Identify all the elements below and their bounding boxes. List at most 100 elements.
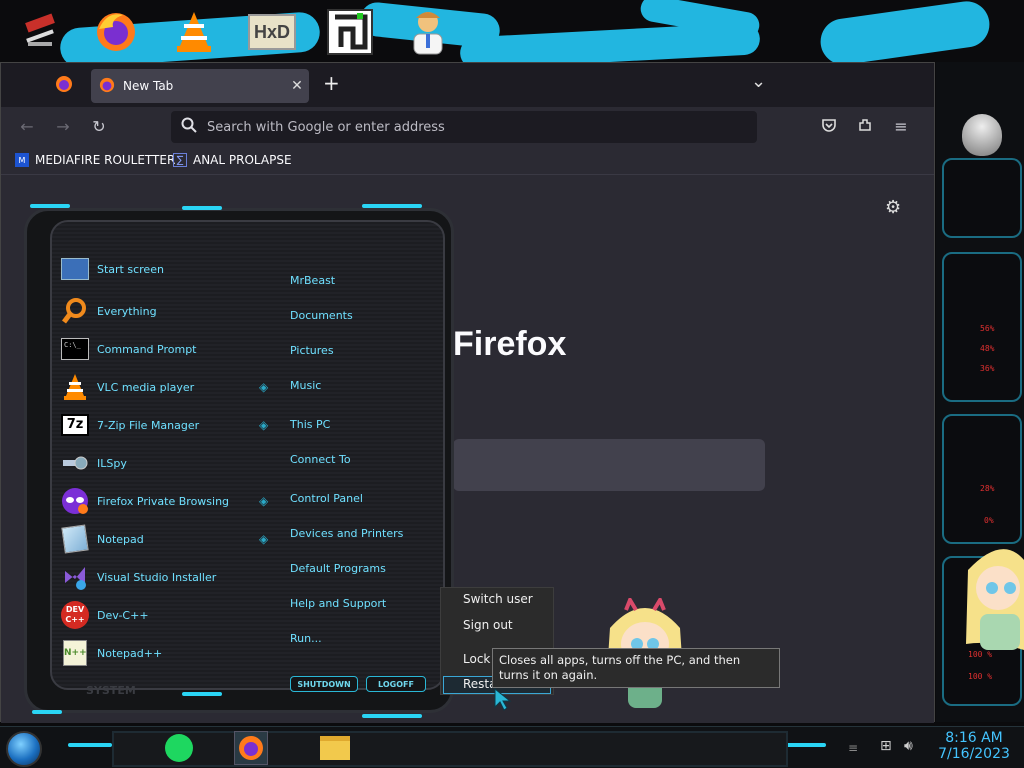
reload-icon[interactable]: ↻ [89, 117, 109, 137]
start-item-vs-installer[interactable]: Visual Studio Installer [60, 560, 216, 594]
tab-title: New Tab [123, 79, 174, 93]
lock-item[interactable]: Lock [463, 652, 490, 666]
everything-search-icon [60, 296, 90, 326]
network-icon[interactable]: ⊞ [880, 738, 892, 754]
start-orb-button[interactable] [6, 731, 42, 767]
file-explorer-icon[interactable] [318, 731, 352, 765]
start-item-start-screen[interactable]: Start screen [60, 252, 164, 286]
start-link-mrbeast[interactable]: MrBeast [290, 274, 335, 287]
start-link-documents[interactable]: Documents [290, 309, 353, 322]
gadget-readout: 0% [984, 516, 994, 525]
start-link-control-panel[interactable]: Control Panel [290, 492, 363, 505]
cartoon-character-image [962, 540, 1024, 660]
submenu-arrow-icon: ◈ [259, 380, 269, 394]
start-item-notepad[interactable]: Notepad [60, 522, 144, 556]
7zip-icon: 7z [60, 410, 90, 440]
spotify-icon[interactable] [162, 731, 196, 765]
notepad-icon [60, 524, 90, 554]
extensions-icon[interactable] [855, 117, 875, 137]
taskbar: ≡ [0, 726, 1024, 768]
tab-bar: New Tab ✕ + ⌄ [1, 63, 934, 107]
start-item-everything[interactable]: Everything [60, 294, 157, 328]
shutdown-button[interactable]: SHUTDOWN [290, 676, 358, 692]
gadget-readout: 100 % [968, 672, 993, 681]
logoff-button[interactable]: LOGOFF [366, 676, 426, 692]
new-tab-button[interactable]: + [323, 71, 340, 95]
hamburger-menu-icon[interactable]: ≡ [891, 117, 911, 137]
tab-favicon-icon [99, 77, 115, 96]
ilspy-icon [60, 448, 90, 478]
start-link-music[interactable]: Music [290, 379, 321, 392]
start-link-connect-to[interactable]: Connect To [290, 453, 351, 466]
devcpp-icon: DEV C++ [60, 600, 90, 630]
gadget-readout: 48% [980, 344, 995, 353]
sign-out-item[interactable]: Sign out [463, 618, 513, 632]
doctor-icon[interactable] [402, 6, 454, 58]
start-item-devcpp[interactable]: DEV C++ Dev-C++ [60, 598, 149, 632]
submenu-arrow-icon: ◈ [259, 418, 269, 432]
start-item-vlc[interactable]: VLC media player [60, 370, 194, 404]
search-icon [181, 117, 197, 137]
start-item-firefox-private[interactable]: Firefox Private Browsing [60, 484, 229, 518]
bookmark-item[interactable]: ∑ ANAL PROLAPSE [173, 153, 292, 167]
cmd-icon: C:\_ [60, 334, 90, 364]
nav-toolbar: ← → ↻ ≡ [1, 107, 934, 147]
show-desktop-stripes-icon[interactable]: ≡ [848, 741, 858, 755]
vlc-icon[interactable] [168, 6, 220, 58]
restart-tooltip: Closes all apps, turns off the PC, and t… [492, 648, 780, 688]
start-item-command-prompt[interactable]: C:\_ Command Prompt [60, 332, 197, 366]
volume-icon[interactable]: 🔊︎ [904, 738, 913, 754]
mediafire-icon: M [15, 153, 29, 167]
back-arrow-icon[interactable]: ← [17, 117, 37, 137]
vs-installer-icon [60, 562, 90, 592]
firefox-private-icon [60, 486, 90, 516]
bookmark-label: MEDIAFIRE ROULETTER [35, 153, 176, 167]
tab-new-tab[interactable]: New Tab ✕ [91, 69, 309, 103]
start-link-default-programs[interactable]: Default Programs [290, 562, 386, 575]
start-menu: Start screen Everything C:\_ Command Pro… [6, 198, 458, 726]
forward-arrow-icon[interactable]: → [53, 117, 73, 137]
clock-date: 7/16/2023 [938, 746, 1010, 762]
taskbar-clock[interactable]: 8:16 AM 7/16/2023 [926, 730, 1022, 762]
url-bar[interactable] [171, 111, 757, 143]
firefox-icon[interactable] [90, 6, 142, 58]
gadget-readout: 36% [980, 364, 995, 373]
sigma-icon: ∑ [173, 153, 187, 167]
firefox-taskbar-icon[interactable] [234, 731, 268, 765]
gadget-readout: 28% [980, 484, 995, 493]
gadget-readout: 56% [980, 324, 995, 333]
url-input[interactable] [207, 119, 757, 135]
taskbar-frame [112, 731, 788, 767]
tools-icon[interactable] [14, 6, 66, 58]
start-link-pictures[interactable]: Pictures [290, 344, 334, 357]
firefox-view-icon[interactable] [55, 75, 75, 95]
tab-list-chevron-icon[interactable]: ⌄ [751, 71, 766, 92]
start-item-notepadpp[interactable]: N++ Notepad++ [60, 636, 162, 670]
start-link-help-support[interactable]: Help and Support [290, 597, 386, 610]
alien-logo-icon [962, 114, 1002, 156]
mouse-cursor-icon [494, 687, 512, 716]
start-screen-icon [60, 254, 90, 284]
tab-close-icon[interactable]: ✕ [285, 78, 309, 94]
clock-time: 8:16 AM [945, 730, 1003, 746]
vlc-icon [60, 372, 90, 402]
submenu-arrow-icon: ◈ [259, 494, 269, 508]
start-item-7zip[interactable]: 7z 7-Zip File Manager [60, 408, 199, 442]
start-link-devices-printers[interactable]: Devices and Printers [290, 527, 403, 540]
pocket-icon[interactable] [819, 117, 839, 137]
start-item-ilspy[interactable]: ILSpy [60, 446, 127, 480]
firefox-wordmark: Firefox [453, 325, 567, 363]
bookmark-label: ANAL PROLAPSE [193, 153, 292, 167]
submenu-arrow-icon: ◈ [259, 532, 269, 546]
newtab-search-box[interactable] [453, 439, 765, 491]
bookmark-item[interactable]: M MEDIAFIRE ROULETTER [15, 153, 175, 167]
maze-icon[interactable] [324, 6, 376, 58]
page-settings-gear-icon[interactable]: ⚙ [885, 197, 901, 218]
switch-user-item[interactable]: Switch user [463, 592, 533, 606]
hxd-icon[interactable]: HxD [246, 6, 298, 58]
notepadpp-icon: N++ [60, 638, 90, 668]
bookmarks-toolbar: M MEDIAFIRE ROULETTER ∑ ANAL PROLAPSE [1, 147, 934, 175]
start-link-this-pc[interactable]: This PC [290, 418, 330, 431]
system-label: SYSTEM [86, 684, 136, 697]
start-link-run[interactable]: Run... [290, 632, 322, 645]
